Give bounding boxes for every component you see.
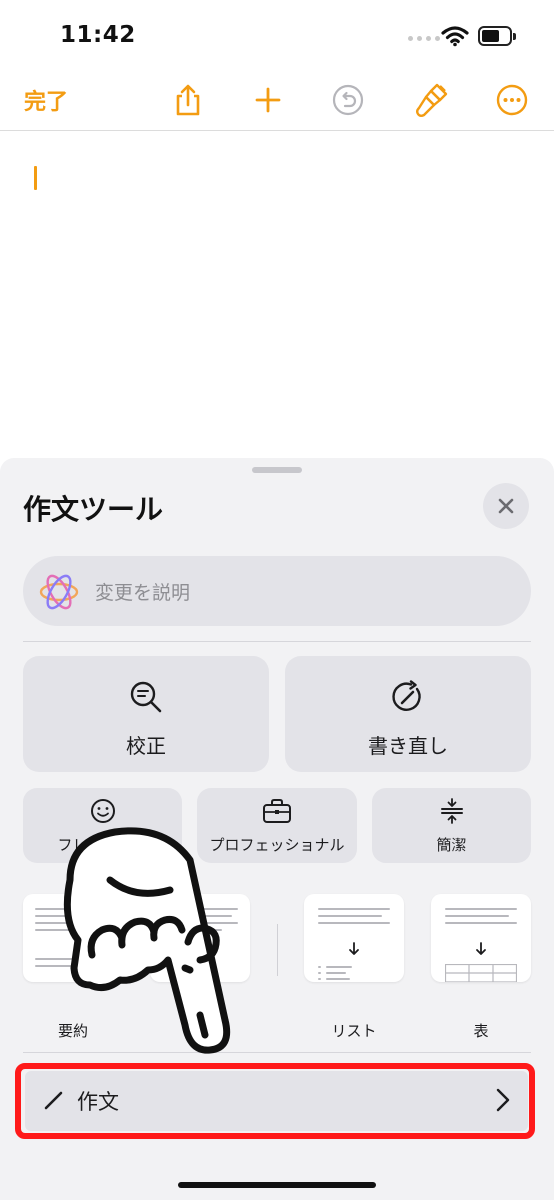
rewrite-icon	[392, 680, 421, 711]
briefcase-icon	[263, 799, 291, 823]
more-icon[interactable]	[492, 80, 532, 120]
table-card[interactable]	[431, 894, 531, 982]
divider	[277, 924, 278, 976]
status-time: 11:42	[60, 22, 136, 48]
wifi-icon	[441, 26, 469, 47]
status-bar: 11:42	[0, 0, 554, 72]
share-icon[interactable]	[168, 80, 208, 120]
divider	[23, 641, 531, 642]
pencil-icon	[44, 1091, 63, 1110]
text-cursor[interactable]	[34, 166, 37, 190]
close-button[interactable]	[483, 483, 529, 529]
rewrite-button[interactable]: 書き直し	[285, 656, 531, 772]
magnifier-icon	[130, 681, 162, 713]
arrow-down-icon	[476, 942, 486, 955]
concise-icon	[440, 798, 463, 824]
chevron-right-icon	[496, 1088, 510, 1112]
table-grid-icon	[445, 964, 517, 982]
arrow-down-icon	[349, 942, 359, 955]
list-label: リスト	[331, 1022, 377, 1040]
paintbrush-icon[interactable]	[412, 80, 452, 120]
done-button[interactable]: 完了	[24, 84, 68, 116]
table-label: 表	[473, 1022, 489, 1040]
plus-icon[interactable]	[248, 80, 288, 120]
rewrite-label: 書き直し	[368, 734, 448, 758]
proofread-button[interactable]: 校正	[23, 656, 269, 772]
sheet-title: 作文ツール	[23, 493, 164, 526]
describe-placeholder: 変更を説明	[95, 582, 191, 604]
describe-change-input[interactable]: 変更を説明	[23, 556, 531, 626]
proofread-label: 校正	[126, 734, 166, 758]
compose-label: 作文	[77, 1090, 119, 1114]
home-indicator	[178, 1182, 376, 1188]
sheet-grabber[interactable]	[252, 467, 302, 473]
undo-icon[interactable]	[328, 80, 368, 120]
battery-icon	[478, 26, 516, 46]
concise-button[interactable]: 簡潔	[372, 788, 531, 863]
pointing-hand-icon	[63, 827, 231, 1054]
list-card[interactable]	[304, 894, 404, 982]
concise-label: 簡潔	[436, 836, 467, 854]
compose-button[interactable]: 作文	[25, 1071, 528, 1131]
apple-intelligence-icon	[39, 574, 79, 610]
editor-toolbar: 完了	[0, 72, 554, 131]
signal-icon	[408, 36, 440, 41]
close-icon	[498, 498, 514, 514]
